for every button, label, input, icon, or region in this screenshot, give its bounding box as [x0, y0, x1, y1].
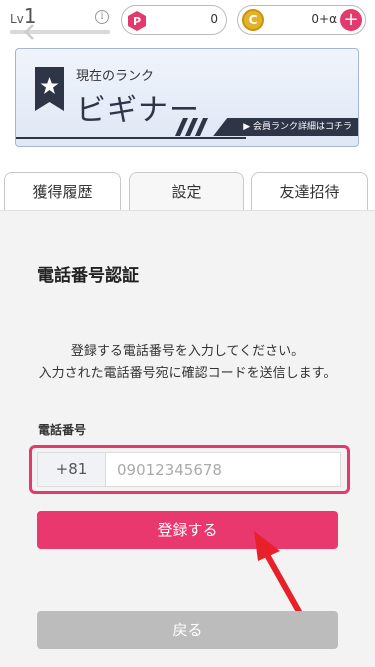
top-status-bar: Lv1 i P 0 C 0+α +: [0, 0, 375, 40]
add-coins-button[interactable]: +: [340, 9, 362, 31]
points-balance: P 0: [121, 5, 227, 35]
coins-balance: C 0+α +: [237, 5, 366, 35]
description: 登録する電話番号を入力してください。 入力された電話番号宛に確認コードを送信しま…: [0, 341, 375, 385]
pointer-arrow-icon: [254, 531, 305, 620]
rank-badge-icon: [35, 67, 64, 111]
back-arrow-icon[interactable]: [20, 22, 40, 42]
tab-bar: 獲得履歴 設定 友達招待: [0, 172, 375, 211]
rank-divider: [16, 137, 246, 139]
tab-invite-friends[interactable]: 友達招待: [251, 172, 368, 211]
points-icon: P: [128, 11, 146, 31]
phone-input[interactable]: [107, 453, 339, 486]
tab-history[interactable]: 獲得履歴: [4, 172, 121, 211]
points-icon-letter: P: [133, 15, 141, 28]
description-line-2: 入力された電話番号宛に確認コードを送信します。: [38, 366, 337, 381]
phone-field-label: 電話番号: [38, 423, 87, 437]
rank-detail-link[interactable]: ▶ 会員ランク詳細はコチラ: [213, 118, 358, 136]
rank-title: 現在のランク: [76, 69, 155, 84]
phone-field: +81: [37, 452, 341, 487]
coins-value: 0+α: [311, 12, 337, 26]
tab-settings[interactable]: 設定: [129, 172, 244, 211]
info-icon[interactable]: i: [95, 10, 109, 24]
back-button[interactable]: 戻る: [37, 611, 338, 649]
rank-card[interactable]: 現在のランク ビギナー ▶ 会員ランク詳細はコチラ: [15, 48, 359, 147]
page-title: 電話番号認証: [37, 266, 139, 286]
description-line-1: 登録する電話番号を入力してください。: [70, 344, 305, 359]
phone-field-highlight: +81: [29, 445, 350, 494]
stripes-decoration: [175, 118, 208, 136]
coin-icon: C: [242, 9, 264, 31]
points-value: 0: [210, 12, 218, 26]
phone-verification-panel: 電話番号認証 登録する電話番号を入力してください。 入力された電話番号宛に確認コ…: [0, 210, 375, 667]
country-code: +81: [38, 453, 106, 486]
